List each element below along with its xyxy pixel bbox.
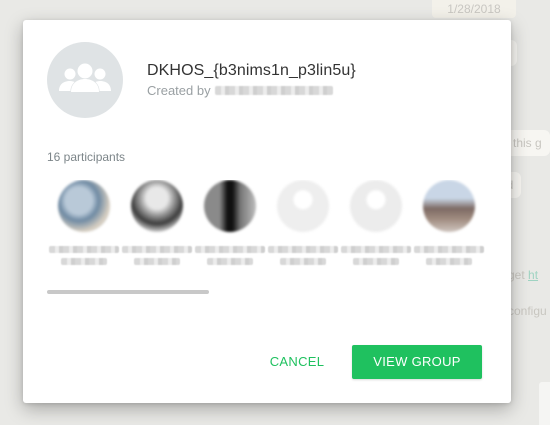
participant-item[interactable]	[339, 180, 412, 276]
group-name: DKHOS_{b3nims1n_p3lin5u}	[147, 62, 356, 79]
participant-item[interactable]	[120, 180, 193, 276]
group-info-dialog: DKHOS_{b3nims1n_p3lin5u} Created by 16 p…	[23, 20, 511, 403]
participant-name-redacted	[425, 258, 472, 265]
group-avatar	[47, 42, 123, 118]
view-group-button[interactable]: VIEW GROUP	[352, 345, 482, 379]
creator-name-redacted	[214, 86, 333, 95]
chat-link[interactable]: ht	[528, 268, 538, 282]
participant-name-redacted	[133, 258, 180, 265]
participant-name-redacted	[413, 246, 484, 253]
participant-name-redacted	[279, 258, 326, 265]
participants-count: 16 participants	[47, 150, 126, 164]
participant-avatar	[57, 180, 110, 232]
participant-name-redacted	[60, 258, 107, 265]
participant-item[interactable]	[47, 180, 120, 276]
participant-avatar	[203, 180, 256, 232]
cancel-button[interactable]: CANCEL	[259, 345, 335, 379]
background-scroll-button[interactable]	[539, 382, 550, 425]
date-divider: 1/28/2018	[432, 0, 516, 18]
participant-avatar	[349, 180, 402, 232]
group-icon	[59, 63, 111, 92]
participant-name-redacted	[121, 246, 192, 253]
created-by-row: Created by	[147, 83, 333, 98]
participant-avatar	[130, 180, 183, 232]
participant-name-redacted	[267, 246, 338, 253]
participant-item[interactable]	[193, 180, 266, 276]
participant-avatar	[422, 180, 475, 232]
participant-name-redacted	[352, 258, 399, 265]
participant-item[interactable]	[412, 180, 485, 276]
participant-item[interactable]	[266, 180, 339, 276]
participant-name-redacted	[48, 246, 119, 253]
participants-list	[47, 180, 487, 276]
participant-name-redacted	[340, 246, 411, 253]
created-by-label: Created by	[147, 83, 211, 98]
chat-text: get	[508, 268, 529, 282]
participant-name-redacted	[194, 246, 265, 253]
participant-name-redacted	[206, 258, 253, 265]
participants-scrollbar[interactable]	[47, 290, 209, 294]
participant-avatar	[276, 180, 329, 232]
